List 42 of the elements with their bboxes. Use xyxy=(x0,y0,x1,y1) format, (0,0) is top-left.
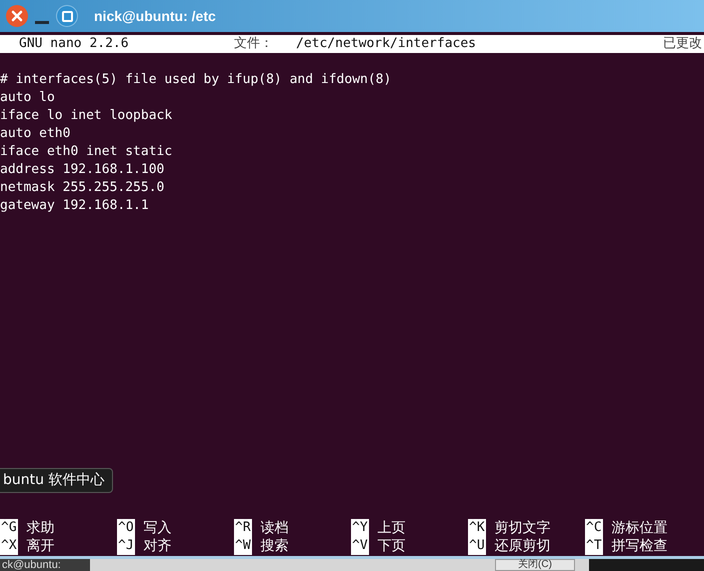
code-line: iface lo inet loopback xyxy=(0,107,174,125)
shortcut-label: 游标位置 xyxy=(612,519,668,537)
app-version: GNU nano 2.2.6 xyxy=(19,35,130,53)
shortcut-label: 求助 xyxy=(26,519,55,537)
shortcut-label: 离开 xyxy=(26,537,55,555)
shortcut-key: ^X xyxy=(0,537,18,555)
shortcut-key: ^J xyxy=(117,537,135,555)
shortcut-key: ^T xyxy=(585,537,603,555)
shortcut-key: ^U xyxy=(468,537,486,555)
code-line: # interfaces(5) file used by ifup(8) and ifdown(8) xyxy=(0,71,392,89)
shortcut-label: 上页 xyxy=(378,519,406,537)
shortcut-label: 读档 xyxy=(260,519,289,537)
tooltip: buntu 软件中心 xyxy=(0,468,114,493)
code-line: iface eth0 inet static xyxy=(0,143,174,161)
terminal-task[interactable]: ck@ubuntu: xyxy=(0,559,90,571)
maximize-icon[interactable] xyxy=(56,5,78,27)
file-label: 文件： xyxy=(234,35,274,53)
shortcut-label: 写入 xyxy=(144,519,172,537)
shortcut-key: ^O xyxy=(117,519,135,537)
close-icon[interactable] xyxy=(6,5,28,27)
shortcut-label: 还原剪切 xyxy=(494,537,551,555)
code-line: auto eth0 xyxy=(0,125,72,143)
shortcut-key: ^R xyxy=(234,519,252,537)
shortcut-label: 剪切文字 xyxy=(494,519,551,537)
shortcut-label: 搜索 xyxy=(260,537,289,555)
shortcut-label: 下页 xyxy=(378,537,406,555)
minimize-icon[interactable] xyxy=(35,20,49,24)
shortcut-label: 拼写检查 xyxy=(612,537,668,555)
code-line: auto lo xyxy=(0,89,56,107)
code-line: netmask 255.255.255.0 xyxy=(0,179,166,197)
file-path: /etc/network/interfaces xyxy=(296,35,476,53)
shortcut-key: ^C xyxy=(585,519,603,537)
shortcut-key: ^W xyxy=(234,537,252,555)
shortcut-label: 对齐 xyxy=(144,537,172,555)
window-title: nick@ubuntu: /etc xyxy=(94,6,216,26)
code-line: address 192.168.1.100 xyxy=(0,161,166,179)
modified-status: 已更改 xyxy=(663,35,702,53)
shortcut-key: ^G xyxy=(0,519,18,537)
shortcut-key: ^K xyxy=(468,519,486,537)
shortcut-key: ^Y xyxy=(351,519,369,537)
code-line: gateway 192.168.1.1 xyxy=(0,197,150,215)
shortcut-key: ^V xyxy=(351,537,369,555)
